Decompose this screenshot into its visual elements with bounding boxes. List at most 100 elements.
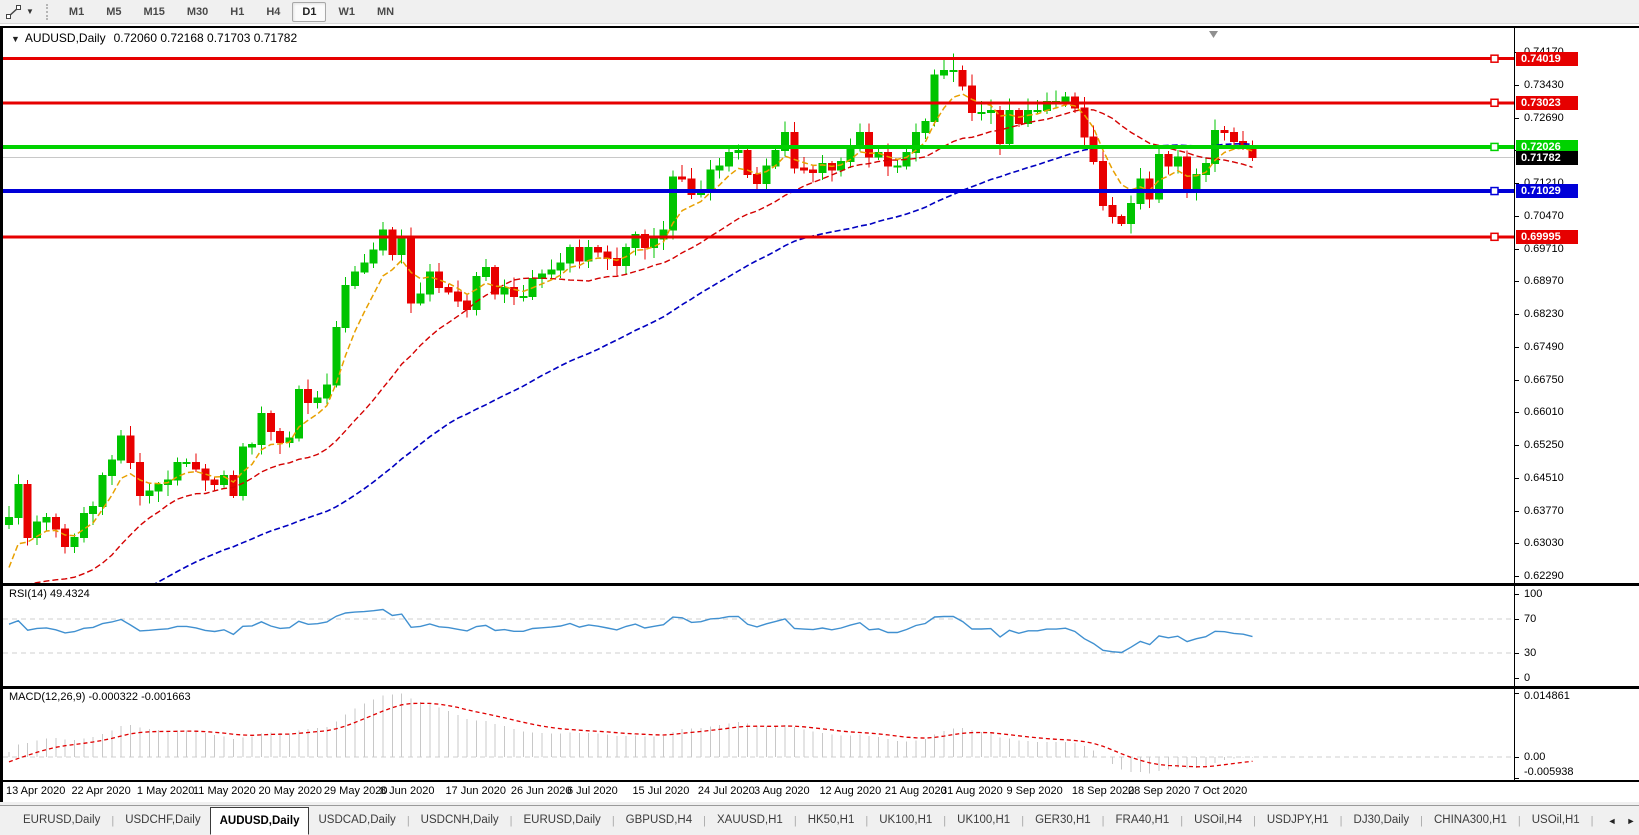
rsi-tick-label: 100 [1524,587,1542,601]
date-label: 28 Sep 2020 [1128,785,1190,797]
tab-separator: | [1180,815,1183,827]
tab-scroll-left-icon[interactable]: ◄ [1608,816,1617,826]
chart-tab-UK100-H1[interactable]: UK100,H1 [948,807,1019,834]
price-tick [1515,576,1519,577]
price-axis: 0.741700.734300.726900.719500.712100.704… [1514,28,1639,583]
timeframe-button-M15[interactable]: M15 [133,2,174,22]
price-badge-0.73023: 0.73023 [1516,96,1578,110]
price-badge-0.71029: 0.71029 [1516,184,1578,198]
date-label: 22 Apr 2020 [71,785,130,797]
chart-tab-USDCHF-Daily[interactable]: USDCHF,Daily [116,807,209,834]
rsi-canvas[interactable] [3,586,1514,686]
timeframe-toolbar: M1M5M15M30H1H4D1W1MN [58,0,405,24]
toolbar-grip[interactable] [46,4,48,20]
chart-title: ▼AUDUSD,Daily0.72060 0.72168 0.71703 0.7… [11,31,297,45]
price-tick [1515,543,1519,544]
tab-scroll-right-icon[interactable]: ► [1626,816,1635,826]
tab-separator: | [111,815,114,827]
timeframe-button-M1[interactable]: M1 [59,2,94,22]
main-chart-panel: ▼AUDUSD,Daily0.72060 0.72168 0.71703 0.7… [3,28,1639,583]
date-label: 11 May 2020 [193,785,256,797]
current-price-badge: 0.71782 [1516,151,1578,165]
timeframe-button-MN[interactable]: MN [367,2,404,22]
line-tool-button[interactable]: ▼ [2,2,38,22]
tab-separator: | [1102,815,1105,827]
price-tick [1515,380,1519,381]
tab-separator: | [794,815,797,827]
date-label: 7 Oct 2020 [1193,785,1247,797]
date-label: 26 Jun 2020 [511,785,572,797]
timeframe-button-W1[interactable]: W1 [328,2,365,22]
tab-separator: | [510,815,513,827]
price-tick [1515,216,1519,217]
macd-tick [1515,757,1519,758]
chart-tab-CHINA300-H1[interactable]: CHINA300,H1 [1425,807,1516,834]
timeframe-button-M5[interactable]: M5 [96,2,131,22]
price-tick [1515,347,1519,348]
timeframe-button-M30[interactable]: M30 [177,2,218,22]
tab-separator: | [407,815,410,827]
macd-tick-label: 0.014861 [1524,689,1570,703]
price-tick-label: 0.63770 [1524,504,1564,518]
macd-canvas[interactable] [3,689,1514,780]
chart-tab-GER30-H1[interactable]: GER30,H1 [1026,807,1100,834]
chart-tab-XAUUSD-H1[interactable]: XAUUSD,H1 [708,807,792,834]
chart-tab-AUDUSD-Daily[interactable]: AUDUSD,Daily [210,807,310,835]
price-tick [1515,511,1519,512]
chart-tab-HK50-H1[interactable]: HK50,H1 [799,807,864,834]
price-tick-label: 0.62290 [1524,569,1564,583]
chart-tab-USOil-H1[interactable]: USOil,H1 [1523,807,1589,834]
date-label: 8 Jun 2020 [380,785,434,797]
rsi-tick-label: 0 [1524,671,1530,685]
collapse-icon[interactable]: ▼ [11,34,20,44]
rsi-tick [1515,594,1519,595]
chart-window: ▼AUDUSD,Daily0.72060 0.72168 0.71703 0.7… [0,26,1639,802]
chart-tab-EURUSD-Daily[interactable]: EURUSD,Daily [14,807,109,834]
price-tick [1515,85,1519,86]
price-tick-label: 0.67490 [1524,340,1564,354]
chart-tab-USOil-H4[interactable]: USOil,H4 [1185,807,1251,834]
tab-separator: | [1021,815,1024,827]
tab-separator: | [1340,815,1343,827]
tab-separator: | [1253,815,1256,827]
price-badge-0.74019: 0.74019 [1516,52,1578,66]
timeframe-button-H4[interactable]: H4 [256,2,290,22]
chart-tab-USDJPY-H1[interactable]: USDJPY,H1 [1258,807,1338,834]
chart-tab-DJ30-Daily[interactable]: DJ30,Daily [1345,807,1419,834]
rsi-axis: 100 70 30 0 [1514,586,1639,686]
chart-tab-USDCNH-Daily[interactable]: USDCNH,Daily [412,807,508,834]
price-tick-label: 0.66750 [1524,373,1564,387]
date-label: 17 Jun 2020 [445,785,506,797]
macd-tick-label: -0.005938 [1524,765,1574,779]
tool-dropdown-caret[interactable]: ▼ [26,7,34,16]
date-label: 20 May 2020 [258,785,322,797]
chart-tab-FRA40-H1[interactable]: FRA40,H1 [1107,807,1179,834]
price-badge-0.69995: 0.69995 [1516,230,1578,244]
price-tick [1515,478,1519,479]
macd-axis: 0.0148610.00-0.005938 [1514,689,1639,780]
chart-tab-USDCAD-Daily[interactable]: USDCAD,Daily [309,807,404,834]
date-label: 31 Aug 2020 [941,785,1003,797]
macd-tick [1515,778,1519,779]
date-label: 18 Sep 2020 [1072,785,1134,797]
main-chart-canvas[interactable] [3,28,1514,583]
rsi-tick-label: 30 [1524,646,1536,660]
tab-separator: | [1518,815,1521,827]
date-label: 6 Jul 2020 [567,785,618,797]
chart-tab-GBPUSD-H4[interactable]: GBPUSD,H4 [617,807,701,834]
macd-label: MACD(12,26,9) -0.000322 -0.001663 [9,691,191,703]
date-label: 12 Aug 2020 [819,785,881,797]
chart-tab-EURUSD-Daily[interactable]: EURUSD,Daily [514,807,609,834]
price-tick-label: 0.73430 [1524,78,1564,92]
price-tick-label: 0.63030 [1524,536,1564,550]
rsi-tick-label: 70 [1524,612,1536,626]
scroll-end-marker[interactable] [1209,31,1218,38]
chart-title-ohlc: 0.72060 0.72168 0.71703 0.71782 [114,31,298,45]
chart-tab-UK100-H1[interactable]: UK100,H1 [870,807,941,834]
rsi-tick [1515,619,1519,620]
candles-layer [6,53,1257,553]
ma-slow-line [9,144,1253,583]
timeframe-button-D1[interactable]: D1 [292,2,326,22]
chart-tab-bar: EURUSD,Daily|USDCHF,DailyAUDUSD,DailyUSD… [0,805,1639,835]
timeframe-button-H1[interactable]: H1 [220,2,254,22]
